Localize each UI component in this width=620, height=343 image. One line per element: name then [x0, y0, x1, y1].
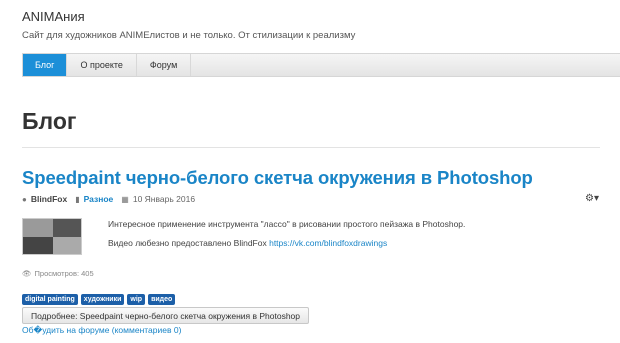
read-more-button[interactable]: Подробнее: Speedpaint черно-белого скетч… [22, 307, 309, 324]
discuss-forum-link[interactable]: Об�удить на форуме (комментариев 0) [22, 325, 181, 336]
tag-artists[interactable]: художники [80, 294, 125, 305]
eye-icon: 👁 [22, 269, 32, 278]
post-author: BlindFox [30, 194, 68, 204]
tag-video[interactable]: видео [148, 294, 176, 305]
nav-item-blog[interactable]: Блог [23, 54, 68, 76]
gear-icon[interactable]: ⚙▾ [585, 193, 599, 204]
views-counter: 👁 Просмотров: 405 [22, 269, 94, 278]
divider [22, 147, 600, 148]
views-text: Просмотров: 405 [34, 269, 94, 278]
tag-digital-painting[interactable]: digital painting [22, 294, 78, 305]
post-text-1: Интересное применение инструмента "лассо… [108, 219, 466, 229]
post-category[interactable]: Разное [84, 194, 114, 204]
nav-item-about[interactable]: О проекте [67, 54, 137, 76]
post-title[interactable]: Speedpaint черно-белого скетча окружения… [22, 167, 533, 189]
post-text-2: Видео любезно предоставлено BlindFox htt… [108, 238, 387, 248]
folder-icon: ▮ [75, 194, 80, 204]
user-icon: ● [22, 194, 27, 204]
post-meta: ● BlindFox ▮ Разное ▦ 10 Январь 2016 [22, 194, 195, 204]
tag-list: digital painting художники wip видео [22, 294, 176, 305]
page-title: Блог [22, 108, 77, 134]
post-date: 10 Январь 2016 [132, 194, 196, 204]
site-description: Сайт для художников ANIMEлистов и не тол… [22, 30, 356, 41]
nav-item-forum[interactable]: Форум [137, 54, 192, 76]
calendar-icon: ▦ [121, 194, 129, 204]
tag-wip[interactable]: wip [127, 294, 146, 305]
main-nav: Блог О проекте Форум [22, 53, 620, 77]
post-text-2-prefix: Видео любезно предоставлено BlindFox [108, 238, 267, 248]
post-thumbnail[interactable] [22, 218, 82, 255]
vk-link[interactable]: https://vk.com/blindfoxdrawings [269, 238, 387, 248]
site-title[interactable]: ANIMAния [22, 9, 85, 24]
